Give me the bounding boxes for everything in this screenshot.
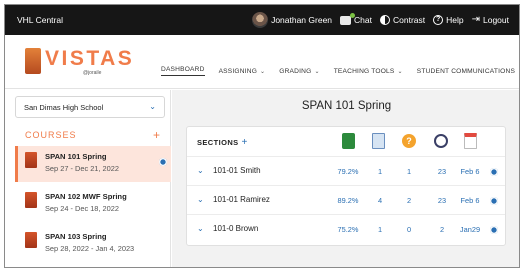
section-students[interactable]: 2 bbox=[427, 225, 457, 234]
courses-heading: COURSES + bbox=[25, 128, 165, 142]
nav-student-communications[interactable]: STUDENT COMMUNICATIONS ⌄ bbox=[416, 66, 519, 76]
help-button[interactable]: ? Help bbox=[433, 15, 464, 25]
section-due[interactable]: Feb 6 bbox=[455, 196, 485, 205]
top-bar-actions: Jonathan Green Chat Contrast ? Help ⇥ Lo… bbox=[252, 12, 509, 28]
brand-link[interactable]: VHL Central bbox=[17, 15, 63, 25]
courses-heading-label: COURSES bbox=[25, 130, 77, 140]
section-row[interactable]: ⌄ 101-01 Ramirez 89.2% 4 2 23 Feb 6 bbox=[187, 186, 505, 215]
add-course-icon[interactable]: + bbox=[153, 128, 161, 142]
help-label: Help bbox=[446, 15, 464, 25]
course-name: SPAN 103 Spring bbox=[45, 232, 107, 241]
sections-header: SECTIONS + ? bbox=[187, 127, 505, 157]
section-name: 101-01 Ramirez bbox=[213, 195, 270, 204]
section-questions[interactable]: 0 bbox=[394, 225, 424, 234]
nav-grading-label: GRADING bbox=[279, 67, 312, 75]
sections-card: SECTIONS + ? ⌄ 101-01 Smith 79.2% 1 1 23 … bbox=[186, 126, 506, 246]
contrast-button[interactable]: Contrast bbox=[380, 15, 425, 25]
course-item[interactable]: SPAN 101 Spring Sep 27 - Dec 21, 2022 bbox=[15, 146, 171, 182]
section-row[interactable]: ⌄ 101-0 Brown 75.2% 1 0 2 Jan29 bbox=[187, 215, 505, 244]
chevron-down-icon: ⌄ bbox=[260, 68, 266, 75]
section-students[interactable]: 23 bbox=[427, 196, 457, 205]
contrast-icon bbox=[380, 15, 390, 25]
logo-subtext: @joraile bbox=[83, 70, 102, 76]
chevron-down-icon: ⌄ bbox=[518, 68, 519, 75]
course-name: SPAN 102 MWF Spring bbox=[45, 192, 127, 201]
section-questions[interactable]: 2 bbox=[394, 196, 424, 205]
chevron-down-icon[interactable]: ⌄ bbox=[197, 195, 204, 204]
question-icon: ? bbox=[402, 134, 416, 148]
add-section-icon[interactable]: + bbox=[242, 137, 248, 148]
book-cover-icon bbox=[25, 152, 37, 168]
section-questions[interactable]: 1 bbox=[394, 167, 424, 176]
sections-label: SECTIONS + bbox=[197, 137, 248, 148]
school-select[interactable]: San Dimas High School ⌄ bbox=[15, 96, 165, 118]
avatar bbox=[252, 12, 269, 28]
chevron-down-icon[interactable]: ⌄ bbox=[197, 166, 204, 175]
app-window: VHL Central Jonathan Green Chat Contrast… bbox=[4, 4, 520, 268]
logout-icon: ⇥ bbox=[471, 14, 480, 25]
nav-teaching-tools-label: TEACHING TOOLS bbox=[333, 67, 395, 75]
courses-sidebar: San Dimas High School ⌄ COURSES + SPAN 1… bbox=[5, 90, 171, 267]
selected-indicator bbox=[15, 146, 18, 182]
page-title: SPAN 101 Spring bbox=[301, 100, 392, 112]
course-dates: Sep 28, 2022 - Jan 4, 2023 bbox=[45, 244, 135, 253]
logo-text[interactable]: VISTAS bbox=[45, 47, 134, 71]
section-name: 101-01 Smith bbox=[213, 166, 261, 175]
section-to-grade[interactable]: 1 bbox=[365, 167, 395, 176]
chevron-down-icon: ⌄ bbox=[149, 102, 156, 111]
sections-label-text: SECTIONS bbox=[197, 138, 239, 147]
nav-assigning-label: ASSIGNING bbox=[218, 67, 258, 75]
chat-button[interactable]: Chat bbox=[340, 12, 372, 25]
chevron-down-icon[interactable]: ⌄ bbox=[197, 224, 204, 233]
user-name: Jonathan Green bbox=[271, 15, 333, 25]
course-dates: Sep 27 - Dec 21, 2022 bbox=[45, 164, 119, 173]
school-select-value: San Dimas High School bbox=[24, 103, 104, 112]
user-menu[interactable]: Jonathan Green bbox=[252, 12, 332, 28]
gradebook-icon bbox=[342, 133, 355, 149]
top-bar: VHL Central Jonathan Green Chat Contrast… bbox=[5, 5, 519, 35]
contrast-label: Contrast bbox=[393, 15, 426, 25]
course-item[interactable]: SPAN 102 MWF Spring Sep 24 - Dec 18, 202… bbox=[15, 186, 171, 222]
section-students[interactable]: 23 bbox=[427, 167, 457, 176]
nav-assigning[interactable]: ASSIGNING ⌄ bbox=[219, 66, 266, 76]
chevron-down-icon: ⌄ bbox=[314, 68, 320, 75]
chat-label: Chat bbox=[354, 15, 372, 25]
chat-icon bbox=[340, 12, 356, 25]
course-settings-icon[interactable] bbox=[159, 158, 167, 166]
section-percent[interactable]: 89.2% bbox=[333, 196, 363, 205]
section-name: 101-0 Brown bbox=[213, 224, 259, 233]
course-item[interactable]: SPAN 103 Spring Sep 28, 2022 - Jan 4, 20… bbox=[15, 226, 171, 262]
section-settings-icon[interactable] bbox=[490, 197, 498, 205]
course-dates: Sep 24 - Dec 18, 2022 bbox=[45, 204, 119, 213]
vistas-logo-icon[interactable] bbox=[25, 48, 41, 74]
chevron-down-icon: ⌄ bbox=[397, 68, 403, 75]
section-percent[interactable]: 75.2% bbox=[333, 225, 363, 234]
book-cover-icon bbox=[25, 192, 37, 208]
logout-button[interactable]: ⇥ Logout bbox=[471, 14, 509, 26]
course-name: SPAN 101 Spring bbox=[45, 152, 107, 161]
help-icon: ? bbox=[433, 15, 444, 25]
section-to-grade[interactable]: 1 bbox=[365, 225, 395, 234]
section-row[interactable]: ⌄ 101-01 Smith 79.2% 1 1 23 Feb 6 bbox=[187, 157, 505, 186]
section-due[interactable]: Jan29 bbox=[455, 225, 485, 234]
section-settings-icon[interactable] bbox=[490, 168, 498, 176]
section-to-grade[interactable]: 4 bbox=[365, 196, 395, 205]
main-nav: DASHBOARD ASSIGNING ⌄ GRADING ⌄ TEACHING… bbox=[161, 66, 519, 76]
section-settings-icon[interactable] bbox=[490, 226, 498, 234]
grading-icon bbox=[372, 133, 385, 149]
students-icon bbox=[434, 134, 448, 148]
nav-student-communications-label: STUDENT COMMUNICATIONS bbox=[416, 67, 516, 75]
book-cover-icon bbox=[25, 232, 37, 248]
section-percent[interactable]: 79.2% bbox=[333, 167, 363, 176]
main-content: SPAN 101 Spring SECTIONS + ? ⌄ 101-01 Smi… bbox=[172, 90, 519, 267]
nav-dashboard[interactable]: DASHBOARD bbox=[161, 66, 205, 76]
section-due[interactable]: Feb 6 bbox=[455, 167, 485, 176]
nav-teaching-tools[interactable]: TEACHING TOOLS ⌄ bbox=[334, 66, 403, 76]
nav-grading[interactable]: GRADING ⌄ bbox=[279, 66, 319, 76]
site-header: VISTAS @joraile DASHBOARD ASSIGNING ⌄ GR… bbox=[5, 35, 519, 89]
nav-dashboard-label: DASHBOARD bbox=[161, 66, 205, 73]
logout-label: Logout bbox=[483, 15, 509, 25]
calendar-icon bbox=[464, 133, 477, 149]
